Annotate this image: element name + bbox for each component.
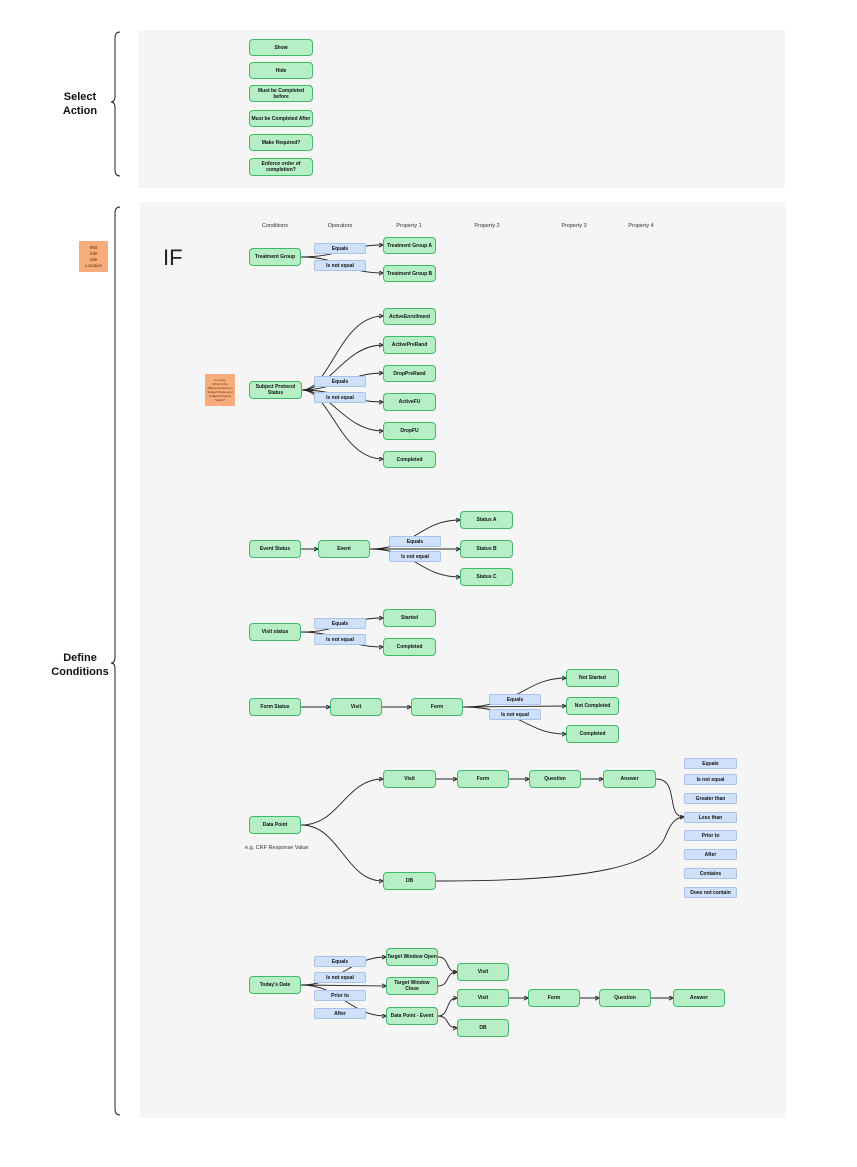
data-point-db[interactable]: DB (383, 872, 436, 890)
operator-after[interactable]: After (314, 1008, 366, 1019)
dp-operator-less-than[interactable]: Less than (684, 812, 737, 823)
data-point-event[interactable]: Data Point - Event (386, 1007, 438, 1025)
dp-operator-equals[interactable]: Equals (684, 758, 737, 769)
condition-event-status[interactable]: Event Status (249, 540, 301, 558)
form-not-started[interactable]: Not Started (566, 669, 619, 687)
status-completed[interactable]: Completed (383, 451, 436, 468)
status-drop-prerand[interactable]: DropPreRand (383, 365, 436, 382)
operator-not-equal[interactable]: Is not equal (489, 709, 541, 720)
condition-treatment-group[interactable]: Treatment Group (249, 248, 301, 266)
operator-not-equal[interactable]: Is not equal (314, 634, 366, 645)
today-question[interactable]: Question (599, 989, 651, 1007)
dp-operator-contains[interactable]: Contains (684, 868, 737, 879)
operator-prior-to[interactable]: Prior to (314, 990, 366, 1001)
form-completed[interactable]: Completed (566, 725, 619, 743)
form-visit-node[interactable]: Visit (330, 698, 382, 716)
dp-operator-prior-to[interactable]: Prior to (684, 830, 737, 841)
form-form-node[interactable]: Form (411, 698, 463, 716)
today-visit-target[interactable]: Visit (457, 963, 509, 981)
event-node[interactable]: Event (318, 540, 370, 558)
treatment-group-a[interactable]: Treatment Group A (383, 237, 436, 254)
status-active-enrollment[interactable]: ActiveEnrollment (383, 308, 436, 325)
operator-equals[interactable]: Equals (489, 694, 541, 705)
dp-operator-not-equal[interactable]: Is not equal (684, 774, 737, 785)
condition-subject-protocol-status[interactable]: Subject Protocol Status (249, 381, 302, 399)
status-active-fu[interactable]: ActiveFU (383, 393, 436, 411)
operator-not-equal[interactable]: Is not equal (314, 972, 366, 983)
condition-visit-status[interactable]: Visit status (249, 623, 301, 641)
visit-completed[interactable]: Completed (383, 638, 436, 656)
target-window-close[interactable]: Target Window Close (386, 977, 438, 995)
form-not-completed[interactable]: Not Completed (566, 697, 619, 715)
condition-data-point[interactable]: Data Point (249, 816, 301, 834)
event-status-b[interactable]: Status B (460, 540, 513, 558)
operator-equals[interactable]: Equals (314, 618, 366, 629)
operator-equals[interactable]: Equals (314, 376, 366, 387)
operator-equals[interactable]: Equals (314, 243, 366, 254)
today-answer[interactable]: Answer (673, 989, 725, 1007)
visit-started[interactable]: Started (383, 609, 436, 627)
target-window-open[interactable]: Target Window Open (386, 948, 438, 966)
event-status-a[interactable]: Status A (460, 511, 513, 529)
data-point-note: e.g. CRF Response Value (245, 845, 309, 851)
dp-operator-does-not-contain[interactable]: Does not contain (684, 887, 737, 898)
today-db[interactable]: DB (457, 1019, 509, 1037)
status-active-prerand[interactable]: ActivePreRand (383, 336, 436, 354)
data-point-answer[interactable]: Answer (603, 770, 656, 788)
today-form[interactable]: Form (528, 989, 580, 1007)
operator-not-equal[interactable]: Is not equal (314, 392, 366, 403)
status-drop-fu[interactable]: DropFU (383, 422, 436, 440)
operator-not-equal[interactable]: Is not equal (314, 260, 366, 271)
data-point-question[interactable]: Question (529, 770, 581, 788)
data-point-form[interactable]: Form (457, 770, 509, 788)
operator-equals[interactable]: Equals (314, 956, 366, 967)
condition-form-status[interactable]: Form Status (249, 698, 301, 716)
today-visit[interactable]: Visit (457, 989, 509, 1007)
treatment-group-b[interactable]: Treatment Group B (383, 265, 436, 282)
dp-operator-greater-than[interactable]: Greater than (684, 793, 737, 804)
data-point-visit[interactable]: Visit (383, 770, 436, 788)
operator-not-equal[interactable]: Is not equal (389, 551, 441, 562)
operator-equals[interactable]: Equals (389, 536, 441, 547)
dp-operator-after[interactable]: After (684, 849, 737, 860)
condition-todays-date[interactable]: Today's Date (249, 976, 301, 994)
event-status-c[interactable]: Status C (460, 568, 513, 586)
